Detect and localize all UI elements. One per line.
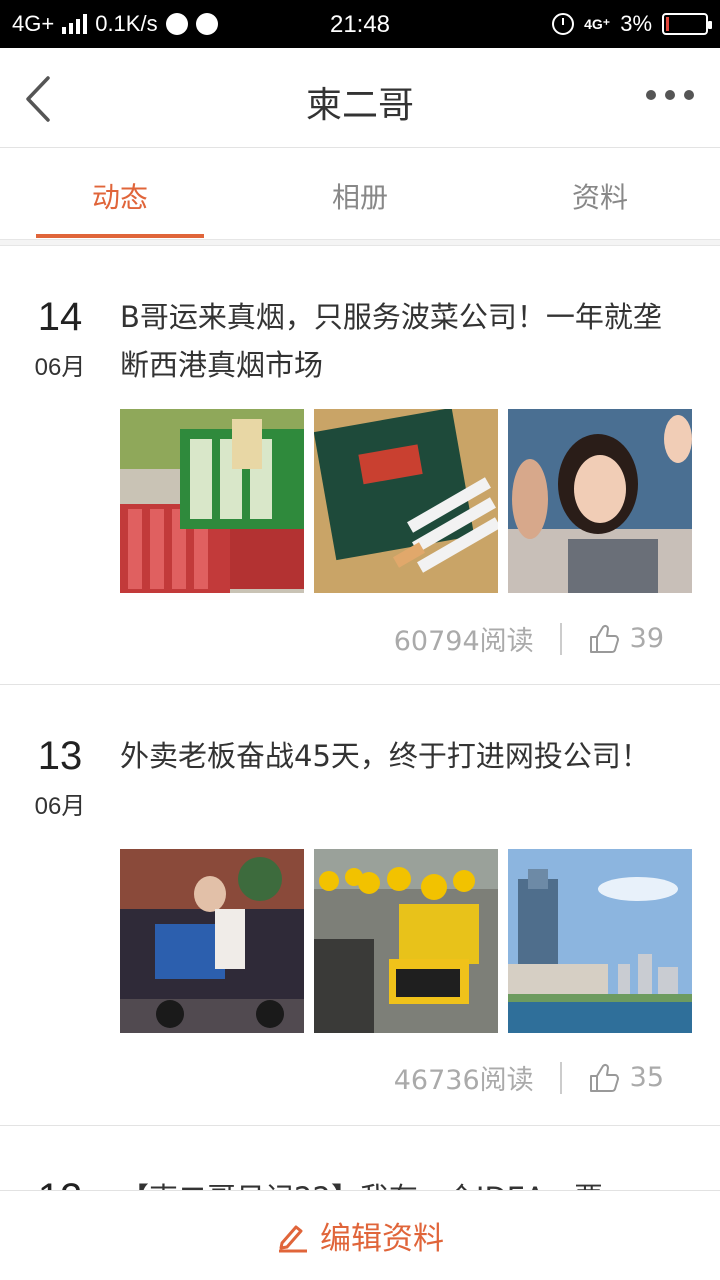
tab-album[interactable]: 相册 [240, 176, 480, 216]
woman-portrait-image[interactable] [508, 409, 692, 593]
post-images [120, 849, 692, 1033]
post-title[interactable]: 外卖老板奋战45天，终于打进网投公司！ [120, 732, 680, 780]
battery-percent: 3% [620, 11, 652, 36]
status-right: 4G⁺ 3% [552, 0, 712, 48]
delivery-riders-group-image[interactable] [314, 849, 498, 1033]
tab-feed[interactable]: 动态 [0, 176, 240, 216]
post-day: 14 [37, 295, 83, 339]
like-count: 39 [629, 623, 664, 654]
alarm-icon [552, 13, 575, 35]
app-header: 柬二哥 [0, 48, 720, 148]
post-images [120, 409, 692, 593]
cigarette-pack-image[interactable] [314, 409, 498, 593]
section-divider [0, 240, 720, 246]
tab-active-indicator [36, 234, 204, 238]
thumbs-up-icon[interactable] [588, 1062, 620, 1094]
city-skyline-image[interactable] [508, 849, 692, 1033]
tab-bar: 动态 相册 资料 [0, 148, 720, 240]
post-item-partial[interactable]: 12 【柬二哥日记22】我有一个IDEA，要 [0, 1126, 720, 1196]
edit-profile-button[interactable]: 编辑资料 [0, 1190, 720, 1280]
stats-divider [559, 1061, 562, 1094]
read-count: 60794阅读 [393, 626, 534, 657]
battery-icon [662, 13, 712, 35]
pencil-icon [279, 1225, 307, 1252]
read-count: 46736阅读 [393, 1065, 534, 1096]
post-month: 06月 [34, 793, 86, 820]
post-stats: 46736阅读 35 [394, 1058, 664, 1097]
network-right-label: 4G⁺ [584, 15, 611, 32]
stats-divider [559, 622, 562, 655]
edit-profile-label: 编辑资料 [320, 1221, 444, 1257]
post-item[interactable]: 13 06月 外卖老板奋战45天，终于打进网投公司！ 46736阅读 35 [0, 686, 720, 1126]
cigarette-cartons-image[interactable] [120, 409, 304, 593]
tab-profile[interactable]: 资料 [480, 176, 720, 216]
status-bar: 4G+ 0.1K/s 21:48 4G⁺ 3% [0, 0, 720, 48]
more-dots-icon[interactable] [646, 90, 694, 100]
delivery-rider-night-image[interactable] [120, 849, 304, 1033]
page-title: 柬二哥 [305, 85, 414, 126]
like-count: 35 [629, 1062, 664, 1093]
post-title[interactable]: B哥运来真烟，只服务波菜公司！一年就垄断西港真烟市场 [120, 293, 680, 389]
thumbs-up-icon[interactable] [588, 623, 620, 655]
post-day: 13 [37, 734, 83, 778]
post-item[interactable]: 14 06月 B哥运来真烟，只服务波菜公司！一年就垄断西港真烟市场 60794阅… [0, 247, 720, 685]
post-stats: 60794阅读 39 [394, 619, 664, 658]
post-month: 06月 [34, 354, 86, 381]
